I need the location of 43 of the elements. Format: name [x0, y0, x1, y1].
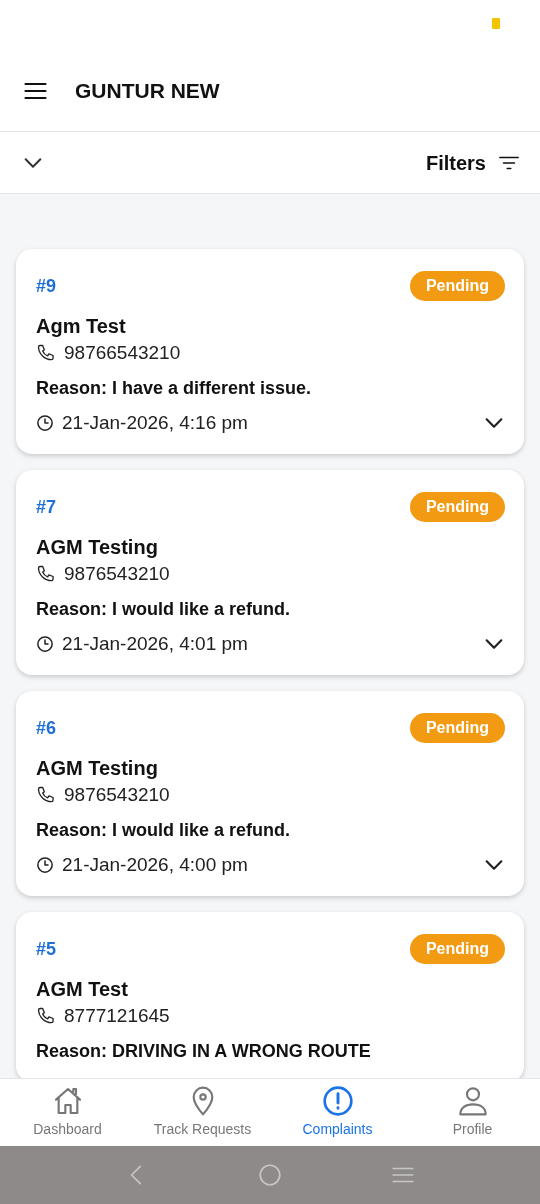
clock-icon	[36, 414, 54, 432]
complaint-card[interactable]: #9 Pending Agm Test 98766543210 Reason: I have a different issue. 21-Jan-2026, 4:16 pm	[16, 249, 524, 454]
battery-icon	[492, 18, 500, 29]
nav-tab[interactable]: Dashboard	[0, 1079, 135, 1146]
complaint-number: #6	[36, 716, 57, 740]
phone-number: 8777121645	[64, 1004, 170, 1028]
filters-button[interactable]: Filters	[425, 147, 522, 178]
alert-icon	[321, 1085, 354, 1117]
phone-icon	[36, 1006, 56, 1026]
phone-icon	[36, 564, 56, 584]
status-badge: Pending	[409, 492, 505, 522]
nav-tab[interactable]: Track Requests	[135, 1079, 270, 1146]
customer-name: AGM Testing	[36, 535, 159, 560]
complaint-number: #7	[36, 495, 57, 519]
person-icon	[456, 1085, 489, 1117]
phone-icon	[36, 343, 56, 363]
customer-name: AGM Test	[36, 977, 129, 1002]
complaint-time: 21-Jan-2026, 4:01 pm	[62, 632, 249, 656]
complaint-number: #5	[36, 937, 57, 961]
nav-tab[interactable]: Complaints	[270, 1079, 405, 1146]
complaint-reason: Reason: DRIVING IN A WRONG ROUTE	[36, 1040, 372, 1063]
clock-icon	[36, 635, 54, 653]
phone-number: 98766543210	[64, 341, 181, 365]
phone-icon	[36, 785, 56, 805]
status-badge: Pending	[409, 934, 505, 964]
page-title: GUNTUR NEW	[75, 77, 220, 104]
complaint-time: 21-Jan-2026, 4:00 pm	[62, 853, 249, 877]
complaint-reason: Reason: I would like a refund.	[36, 819, 292, 842]
nav-tab[interactable]: Profile	[405, 1079, 540, 1146]
complaint-reason: Reason: I would like a refund.	[36, 598, 292, 621]
phone-number: 9876543210	[64, 783, 170, 807]
complaint-number: #9	[36, 274, 57, 298]
complaint-card[interactable]: #7 Pending AGM Testing 9876543210 Reason: I would like a refund. 21-Jan-2026, 4:01 pm	[16, 470, 524, 675]
customer-name: AGM Testing	[36, 756, 159, 781]
complaint-reason: Reason: I have a different issue.	[36, 377, 313, 400]
status-badge: Pending	[409, 713, 505, 743]
phone-number: 9876543210	[64, 562, 170, 586]
customer-name: Agm Test	[36, 314, 127, 339]
complaint-card[interactable]: #5 Pending AGM Test 8777121645 Reason: DRIVING IN A WRONG ROUTE	[16, 912, 524, 1078]
clock-icon	[36, 856, 54, 874]
complaint-card[interactable]: #6 Pending AGM Testing 9876543210 Reason: I would like a refund. 21-Jan-2026, 4:00 pm	[16, 691, 524, 896]
complaint-time: 21-Jan-2026, 4:16 pm	[62, 411, 249, 435]
status-badge: Pending	[409, 271, 505, 301]
